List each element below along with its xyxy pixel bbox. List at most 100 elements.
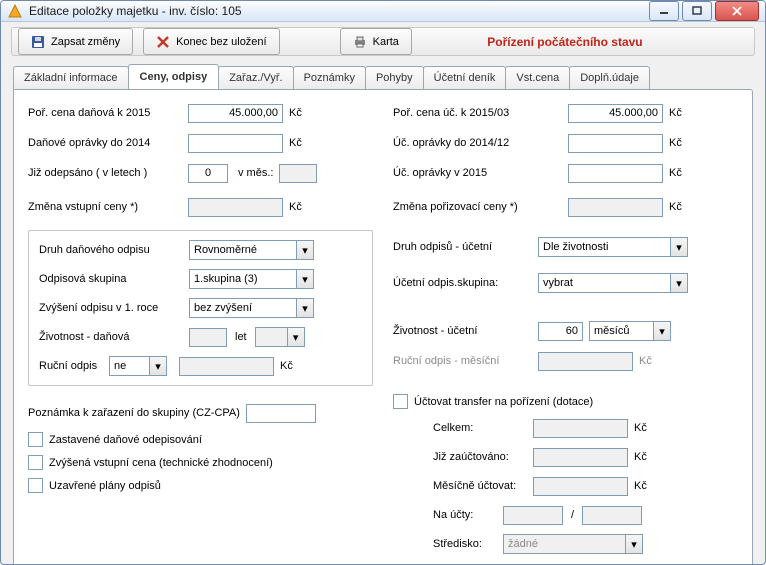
uc-opravky-do-input[interactable] <box>568 134 663 153</box>
zmena-poriz-label: Změna pořizovací ceny *) <box>393 201 568 213</box>
chevron-down-icon: ▾ <box>287 328 304 346</box>
druh-odpisu-uc-value: Dle životnosti <box>543 241 608 253</box>
zvyseni-odpisu-select[interactable]: bez zvýšení ▾ <box>189 298 314 318</box>
zivotnost-uc-unit-select[interactable]: měsíců ▾ <box>589 321 671 341</box>
cancel-label: Konec bez uložení <box>176 36 267 48</box>
uc-opravky-do-label: Úč. oprávky do 2014/12 <box>393 137 568 149</box>
zivotnost-uc-input[interactable] <box>538 322 583 341</box>
chevron-down-icon: ▾ <box>653 322 670 340</box>
zmena-poriz-input <box>568 198 663 217</box>
zastavene-odepisovani-checkbox[interactable]: Zastavené daňové odepisování <box>28 432 373 447</box>
mes-uct-input <box>533 477 628 496</box>
na-ucty-separator: / <box>571 509 574 521</box>
tabbar: Základní informace Ceny, odpisy Zařaz./V… <box>1 56 765 89</box>
tab-ceny-odpisy[interactable]: Ceny, odpisy <box>128 64 220 89</box>
toolbar: Zapsat změny Konec bez uložení Karta Poř… <box>11 27 755 56</box>
stredisko-value: žádné <box>508 538 538 550</box>
notice-text: Pořízení počátečního stavu <box>422 35 748 49</box>
v-mes-label: v měs.: <box>238 167 273 179</box>
por-cena-danova-input[interactable] <box>188 104 283 123</box>
zivotnost-danova-label: Životnost - daňová <box>39 331 189 343</box>
uc-opravky-v-input[interactable] <box>568 164 663 183</box>
cancel-button[interactable]: Konec bez uložení <box>143 28 280 55</box>
dan-opravky-input[interactable] <box>188 134 283 153</box>
na-ucty-b-input <box>582 506 642 525</box>
checkbox-icon <box>393 394 408 409</box>
uctovat-transfer-label: Účtovat transfer na pořízení (dotace) <box>414 396 593 408</box>
uc-odpis-skupina-select[interactable]: vybrat ▾ <box>538 273 688 293</box>
card-button[interactable]: Karta <box>340 28 412 55</box>
tab-zakladni[interactable]: Základní informace <box>13 66 129 89</box>
zastavene-odepisovani-label: Zastavené daňové odepisování <box>49 434 202 446</box>
tab-poznamky[interactable]: Poznámky <box>293 66 366 89</box>
mes-uct-label: Měsíčně účtovat: <box>433 480 533 492</box>
tab-pohyby[interactable]: Pohyby <box>365 66 424 89</box>
druh-dan-odpisu-label: Druh daňového odpisu <box>39 244 189 256</box>
por-cena-uc-input[interactable] <box>568 104 663 123</box>
tab-ucetni-denik[interactable]: Účetní deník <box>423 66 507 89</box>
kc-unit: Kč <box>669 137 682 149</box>
window-buttons <box>649 1 759 21</box>
kc-unit: Kč <box>280 360 293 372</box>
zmena-vstupni-input <box>188 198 283 217</box>
rucni-odpis-select[interactable]: ne ▾ <box>109 356 167 376</box>
maximize-button[interactable] <box>682 1 712 21</box>
zvyseni-odpisu-label: Zvýšení odpisu v 1. roce <box>39 302 189 314</box>
kc-unit: Kč <box>289 107 302 119</box>
tab-content: Poř. cena daňová k 2015 Kč Daňové oprávk… <box>13 89 753 565</box>
uzavrene-plany-checkbox[interactable]: Uzavřené plány odpisů <box>28 478 373 493</box>
app-window: Editace položky majetku - inv. číslo: 10… <box>0 0 766 565</box>
stredisko-label: Středisko: <box>433 538 503 550</box>
uc-opravky-v-label: Úč. oprávky v 2015 <box>393 167 568 179</box>
window-title: Editace položky majetku - inv. číslo: 10… <box>29 4 649 18</box>
jiz-odepsano-input[interactable] <box>188 164 228 183</box>
odpisova-skupina-label: Odpisová skupina <box>39 273 189 285</box>
cancel-icon <box>156 35 170 49</box>
stredisko-select: žádné ▾ <box>503 534 643 554</box>
celkem-input <box>533 419 628 438</box>
druh-odpisu-uc-label: Druh odpisů - účetní <box>393 241 538 253</box>
danove-odpisy-group: Druh daňového odpisu Rovnoměrné ▾ Odpiso… <box>28 230 373 386</box>
druh-dan-odpisu-select[interactable]: Rovnoměrné ▾ <box>189 240 314 260</box>
checkbox-icon <box>28 455 43 470</box>
na-ucty-label: Na účty: <box>433 509 503 521</box>
zvysena-vstupni-cena-label: Zvýšená vstupní cena (technické zhodnoce… <box>49 457 273 469</box>
chevron-down-icon: ▾ <box>296 299 313 317</box>
kc-unit: Kč <box>634 451 647 463</box>
zmena-vstupni-label: Změna vstupní ceny *) <box>28 201 188 213</box>
chevron-down-icon: ▾ <box>296 270 313 288</box>
chevron-down-icon: ▾ <box>296 241 313 259</box>
chevron-down-icon: ▾ <box>149 357 166 375</box>
save-label: Zapsat změny <box>51 36 120 48</box>
odpisova-skupina-select[interactable]: 1.skupina (3) ▾ <box>189 269 314 289</box>
zivotnost-uc-unit-value: měsíců <box>594 325 629 337</box>
zivotnost-unit-select: ▾ <box>255 327 305 347</box>
na-ucty-a-input <box>503 506 563 525</box>
zvysena-vstupni-cena-checkbox[interactable]: Zvýšená vstupní cena (technické zhodnoce… <box>28 455 373 470</box>
uc-odpis-skupina-value: vybrat <box>543 277 573 289</box>
kc-unit: Kč <box>639 355 652 367</box>
v-mes-input <box>279 164 317 183</box>
tab-vst-cena[interactable]: Vst.cena <box>505 66 570 89</box>
save-icon <box>31 35 45 49</box>
kc-unit: Kč <box>634 480 647 492</box>
por-cena-danova-label: Poř. cena daňová k 2015 <box>28 107 188 119</box>
rucni-odpis-label: Ruční odpis <box>39 360 109 372</box>
tab-dopln-udaje[interactable]: Doplň.údaje <box>569 66 650 89</box>
tab-zaraz[interactable]: Zařaz./Vyř. <box>218 66 293 89</box>
uctovat-transfer-checkbox[interactable]: Účtovat transfer na pořízení (dotace) <box>393 394 738 409</box>
save-button[interactable]: Zapsat změny <box>18 28 133 55</box>
celkem-label: Celkem: <box>433 422 533 434</box>
poznamka-cz-cpa-input[interactable] <box>246 404 316 423</box>
jiz-odepsano-label: Již odepsáno ( v letech ) <box>28 167 188 179</box>
uc-odpis-skupina-label: Účetní odpis.skupina: <box>393 277 538 289</box>
kc-unit: Kč <box>669 167 682 179</box>
kc-unit: Kč <box>289 201 302 213</box>
odpisova-skupina-value: 1.skupina (3) <box>194 273 258 285</box>
right-column: Poř. cena úč. k 2015/03 Kč Úč. oprávky d… <box>393 102 738 565</box>
rucni-mesicni-label: Ruční odpis - měsíční <box>393 355 538 367</box>
druh-odpisu-uc-select[interactable]: Dle životnosti ▾ <box>538 237 688 257</box>
close-button[interactable] <box>715 1 759 21</box>
chevron-down-icon: ▾ <box>625 535 642 553</box>
minimize-button[interactable] <box>649 1 679 21</box>
